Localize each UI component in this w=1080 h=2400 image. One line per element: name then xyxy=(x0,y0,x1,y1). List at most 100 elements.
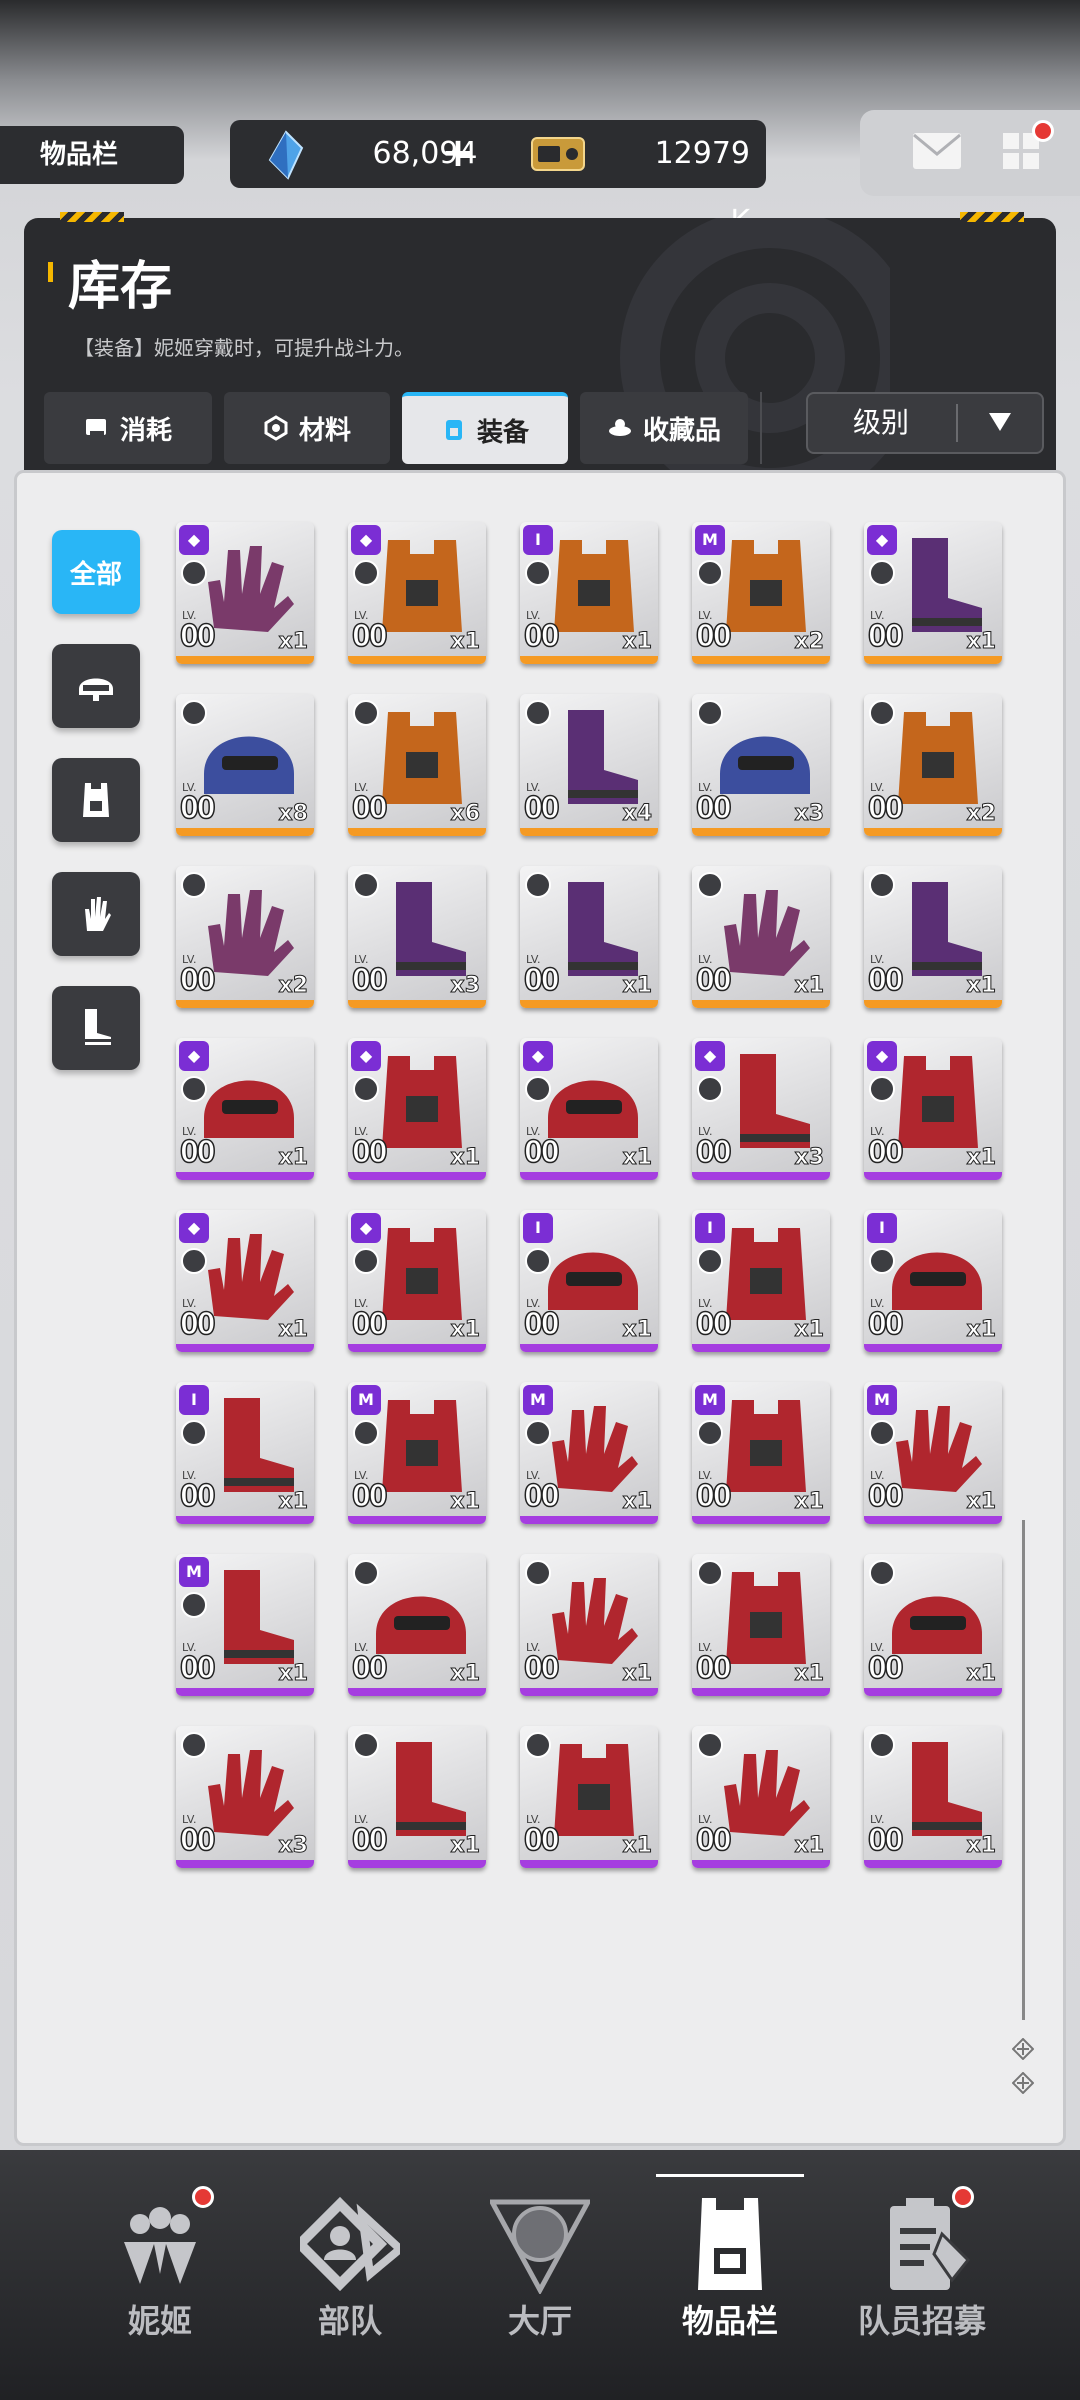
inventory-item[interactable]: ◆ LV. 00 x1 xyxy=(348,522,486,664)
inventory-item[interactable]: LV. 00 x1 xyxy=(692,1554,830,1696)
inventory-item[interactable]: M LV. 00 x1 xyxy=(348,1382,486,1524)
inventory-item[interactable]: LV. 00 x3 xyxy=(176,1726,314,1868)
inventory-item[interactable]: LV. 00 x4 xyxy=(520,694,658,836)
nav-label: 物品栏 xyxy=(681,2302,778,2340)
rarity-bar xyxy=(348,1860,486,1868)
inventory-item[interactable]: LV. 00 x1 xyxy=(520,866,658,1008)
inventory-item[interactable]: LV. 00 x8 xyxy=(176,694,314,836)
item-level: 00 xyxy=(867,1134,904,1171)
tab-materials[interactable]: 材料 xyxy=(224,392,390,464)
inventory-item[interactable]: LV. 00 x1 xyxy=(348,1726,486,1868)
inventory-item[interactable]: ◆ LV. 00 x1 xyxy=(176,522,314,664)
class-type-icon xyxy=(181,1248,207,1274)
rarity-bar xyxy=(348,1344,486,1352)
mail-icon[interactable] xyxy=(912,132,962,170)
class-type-icon xyxy=(697,1076,723,1102)
add-gems-button[interactable]: + xyxy=(438,120,478,188)
inventory-item[interactable]: I LV. 00 x1 xyxy=(176,1382,314,1524)
inventory-item[interactable]: M LV. 00 x1 xyxy=(864,1382,1002,1524)
item-quantity: x1 xyxy=(622,973,652,999)
scroll-up-icon[interactable] xyxy=(1012,2038,1034,2060)
item-level: 00 xyxy=(179,618,216,655)
inventory-item[interactable]: ◆ LV. 00 x1 xyxy=(864,1038,1002,1180)
inventory-item[interactable]: ◆ LV. 00 x1 xyxy=(348,1210,486,1352)
item-level: 00 xyxy=(179,1478,216,1515)
inventory-item[interactable]: LV. 00 x1 xyxy=(864,1726,1002,1868)
inventory-item[interactable]: I LV. 00 x1 xyxy=(692,1210,830,1352)
rank-badge: ◆ xyxy=(867,1041,897,1071)
inventory-item[interactable]: ◆ LV. 00 x1 xyxy=(520,1038,658,1180)
rarity-bar xyxy=(176,1860,314,1868)
inventory-item[interactable]: M LV. 00 x1 xyxy=(520,1382,658,1524)
inventory-item[interactable]: LV. 00 x3 xyxy=(348,866,486,1008)
inventory-item[interactable]: ◆ LV. 00 x1 xyxy=(864,522,1002,664)
item-quantity: x1 xyxy=(622,1145,652,1171)
inventory-item[interactable]: LV. 00 x1 xyxy=(520,1726,658,1868)
inventory-item[interactable]: M LV. 00 x1 xyxy=(176,1554,314,1696)
class-type-icon xyxy=(697,1248,723,1274)
nav-inventory[interactable]: 物品栏 xyxy=(630,2180,830,2360)
tab-collection[interactable]: 收藏品 xyxy=(580,392,748,464)
class-type-icon xyxy=(525,1732,551,1758)
filter-gloves-button[interactable] xyxy=(52,872,140,956)
rarity-bar xyxy=(348,656,486,664)
inventory-item[interactable]: LV. 00 x1 xyxy=(692,1726,830,1868)
class-type-icon xyxy=(353,560,379,586)
tab-label: 收藏品 xyxy=(642,415,721,446)
rarity-bar xyxy=(864,1516,1002,1524)
inventory-item[interactable]: LV. 00 x1 xyxy=(864,866,1002,1008)
nav-squad[interactable]: 部队 xyxy=(250,2180,450,2360)
inventory-item[interactable]: M LV. 00 x1 xyxy=(692,1382,830,1524)
inventory-item[interactable]: ◆ LV. 00 x3 xyxy=(692,1038,830,1180)
inventory-item[interactable]: M LV. 00 x2 xyxy=(692,522,830,664)
recruit-icon xyxy=(890,2198,971,2290)
inventory-item[interactable]: LV. 00 x2 xyxy=(176,866,314,1008)
item-level: 00 xyxy=(351,790,388,827)
inventory-item[interactable]: LV. 00 x3 xyxy=(692,694,830,836)
nav-lobby[interactable]: 大厅 xyxy=(440,2180,640,2360)
scrollbar[interactable] xyxy=(1022,1520,1025,2020)
nav-recruit[interactable]: 队员招募 xyxy=(822,2180,1022,2360)
class-type-icon xyxy=(697,1560,723,1586)
helmet-icon xyxy=(79,678,113,701)
tab-equipment[interactable]: 装备 xyxy=(402,392,568,464)
inventory-item[interactable]: LV. 00 x1 xyxy=(864,1554,1002,1696)
nikke-icon xyxy=(124,2207,196,2284)
inventory-item[interactable]: I LV. 00 x1 xyxy=(864,1210,1002,1352)
item-quantity: x1 xyxy=(966,973,996,999)
inventory-item[interactable]: ◆ LV. 00 x1 xyxy=(176,1210,314,1352)
item-level: 00 xyxy=(351,1822,388,1859)
collection-icon xyxy=(608,419,631,436)
item-level: 00 xyxy=(695,1822,732,1859)
inventory-item[interactable]: LV. 00 x6 xyxy=(348,694,486,836)
inventory-item[interactable]: I LV. 00 x1 xyxy=(520,1210,658,1352)
inventory-item[interactable]: LV. 00 x1 xyxy=(520,1554,658,1696)
item-quantity: x1 xyxy=(966,1661,996,1687)
scroll-down-icon[interactable] xyxy=(1012,2072,1034,2094)
rank-badge: ◆ xyxy=(179,1213,209,1243)
inventory-item[interactable]: LV. 00 x1 xyxy=(348,1554,486,1696)
rank-badge: M xyxy=(695,525,725,555)
filter-boots-button[interactable] xyxy=(52,986,140,1070)
item-quantity: x1 xyxy=(966,1489,996,1515)
filter-armor-button[interactable] xyxy=(52,758,140,842)
inventory-item[interactable]: LV. 00 x1 xyxy=(692,866,830,1008)
item-level: 00 xyxy=(351,1650,388,1687)
inventory-item[interactable]: ◆ LV. 00 x1 xyxy=(176,1038,314,1180)
item-level: 00 xyxy=(179,1822,216,1859)
gem-icon xyxy=(268,130,304,180)
rarity-bar xyxy=(520,1688,658,1696)
class-type-icon xyxy=(353,1560,379,1586)
filter-helmet-button[interactable] xyxy=(52,644,140,728)
nav-nikke[interactable]: 妮姬 xyxy=(60,2180,260,2360)
inventory-item[interactable]: I LV. 00 x1 xyxy=(520,522,658,664)
item-level: 00 xyxy=(867,1306,904,1343)
tab-separator xyxy=(760,392,762,464)
inventory-item[interactable]: LV. 00 x2 xyxy=(864,694,1002,836)
item-level: 00 xyxy=(867,1650,904,1687)
tab-consumables[interactable]: 消耗 xyxy=(44,392,212,464)
item-quantity: x1 xyxy=(966,1317,996,1343)
filter-all-button[interactable]: 全部 xyxy=(52,530,140,614)
inventory-item[interactable]: ◆ LV. 00 x1 xyxy=(348,1038,486,1180)
rarity-bar xyxy=(176,828,314,836)
